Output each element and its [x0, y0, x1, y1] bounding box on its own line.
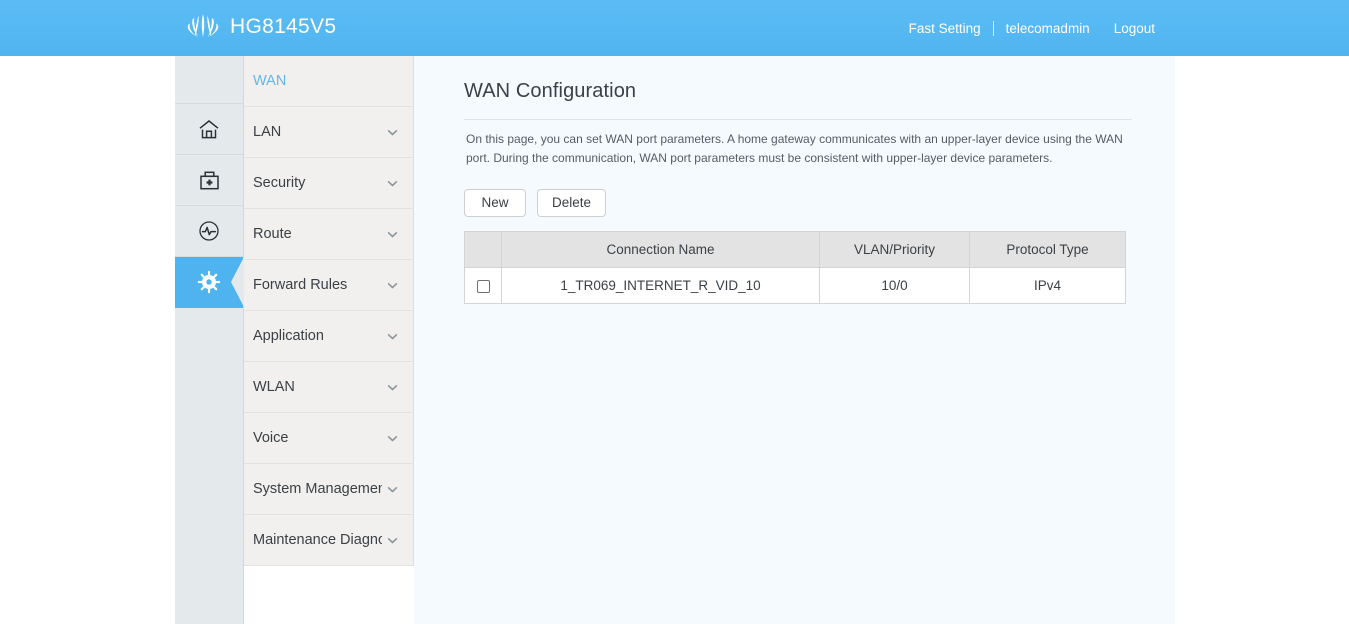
table-header-row: Connection Name VLAN/Priority Protocol T… [464, 231, 1126, 269]
rail-item-status[interactable] [175, 104, 243, 155]
rail-item-diagnostics[interactable] [175, 206, 243, 257]
chevron-down-icon [386, 126, 399, 139]
sidebar-item-label: WLAN [253, 379, 295, 395]
sidebar-item-label: Route [253, 226, 292, 242]
icon-rail [175, 56, 244, 624]
sidebar-item-forward-rules[interactable]: Forward Rules [244, 260, 413, 311]
current-user-link[interactable]: telecomadmin [994, 21, 1102, 36]
sidebar-menu: WAN LAN Security Route Forward Rules App… [244, 56, 414, 566]
main-content: WAN Configuration On this page, you can … [414, 56, 1175, 624]
sidebar-item-label: WAN [253, 73, 287, 89]
chevron-down-icon [386, 330, 399, 343]
sidebar-item-label: Maintenance Diagno.. [253, 532, 382, 548]
sidebar-item-label: Voice [253, 430, 289, 446]
new-button[interactable]: New [464, 189, 526, 218]
column-header-protocol-type: Protocol Type [969, 231, 1126, 269]
fast-setting-link[interactable]: Fast Setting [897, 21, 993, 36]
chevron-down-icon [386, 381, 399, 394]
sidebar-item-wlan[interactable]: WLAN [244, 362, 413, 413]
rail-bottom-filler [175, 308, 243, 620]
sidebar-item-label: System Management [253, 481, 382, 497]
chevron-down-icon [386, 534, 399, 547]
sidebar-item-application[interactable]: Application [244, 311, 413, 362]
sidebar-item-voice[interactable]: Voice [244, 413, 413, 464]
column-header-vlan-priority: VLAN/Priority [819, 231, 970, 269]
home-icon [198, 119, 220, 140]
table-body: 1_TR069_INTERNET_R_VID_10 10/0 IPv4 [464, 267, 1126, 305]
page-body: WAN LAN Security Route Forward Rules App… [0, 56, 1349, 624]
sidebar-item-wan[interactable]: WAN [244, 56, 413, 107]
chevron-down-icon [386, 279, 399, 292]
sidebar-item-label: LAN [253, 124, 282, 140]
sidebar-item-system-management[interactable]: System Management [244, 464, 413, 515]
sidebar-item-lan[interactable]: LAN [244, 107, 413, 158]
rail-item-tools[interactable] [175, 155, 243, 206]
rail-item-settings[interactable] [175, 257, 244, 308]
huawei-flower-logo-icon [186, 11, 220, 43]
cell-vlan-priority: 10/0 [819, 267, 970, 305]
chevron-down-icon [386, 228, 399, 241]
brand: HG8145V5 [186, 11, 336, 43]
wan-connections-table: Connection Name VLAN/Priority Protocol T… [464, 231, 1126, 305]
header-actions: Fast Setting telecomadmin Logout [897, 21, 1167, 36]
sidebar-item-label: Application [253, 328, 324, 344]
logout-link[interactable]: Logout [1102, 21, 1167, 36]
chevron-down-icon [386, 483, 399, 496]
row-select-cell[interactable] [464, 267, 502, 305]
gear-icon [197, 270, 221, 294]
brand-name: HG8145V5 [230, 15, 337, 38]
sidebar-item-maintenance-diagnosis[interactable]: Maintenance Diagno.. [244, 515, 413, 566]
app-header: HG8145V5 Fast Setting telecomadmin Logou… [0, 0, 1349, 56]
page-title: WAN Configuration [464, 80, 637, 102]
cell-protocol-type: IPv4 [969, 267, 1126, 305]
chevron-down-icon [386, 177, 399, 190]
sidebar-item-label: Forward Rules [253, 277, 348, 293]
sidebar-item-route[interactable]: Route [244, 209, 413, 260]
rail-top-spacer [175, 56, 243, 104]
column-header-select [464, 231, 502, 269]
sidebar-item-label: Security [253, 175, 306, 191]
row-checkbox[interactable] [476, 280, 490, 294]
chevron-down-icon [386, 432, 399, 445]
page-description: On this page, you can set WAN port param… [464, 119, 1132, 179]
diagnostics-icon [198, 220, 220, 242]
table-toolbar: New Delete [464, 189, 1139, 218]
toolbox-icon [199, 170, 220, 191]
sidebar-item-security[interactable]: Security [244, 158, 413, 209]
column-header-connection-name: Connection Name [501, 231, 820, 269]
delete-button[interactable]: Delete [537, 189, 607, 218]
table-header: Connection Name VLAN/Priority Protocol T… [464, 231, 1126, 269]
table-row[interactable]: 1_TR069_INTERNET_R_VID_10 10/0 IPv4 [464, 267, 1126, 305]
cell-connection-name: 1_TR069_INTERNET_R_VID_10 [501, 267, 820, 305]
